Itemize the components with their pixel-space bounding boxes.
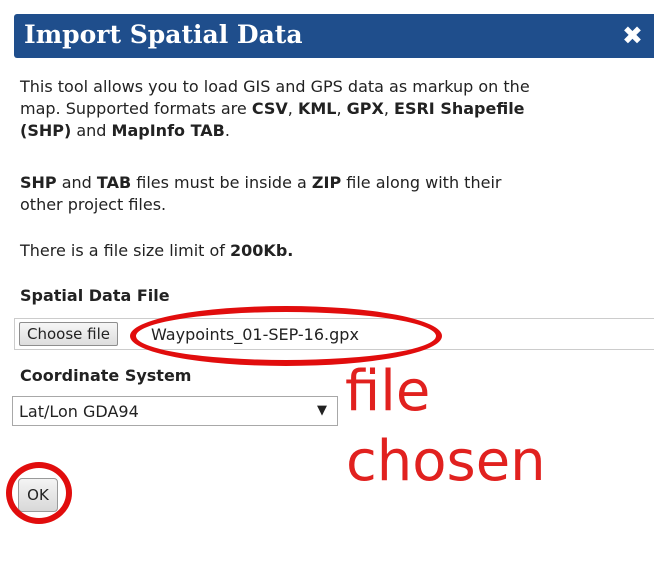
close-icon[interactable]: ✖	[622, 21, 643, 50]
coordinate-system-value: Lat/Lon GDA94	[19, 402, 139, 421]
coordinate-system-label: Coordinate System	[20, 366, 192, 385]
spatial-data-file-label: Spatial Data File	[20, 286, 170, 305]
coordinate-system-select[interactable]: Lat/Lon GDA94 ▼	[12, 396, 338, 426]
zip-note: SHP and TAB files must be inside a ZIP f…	[20, 173, 502, 214]
intro-line-1: This tool allows you to load GIS and GPS…	[20, 77, 530, 96]
dialog-title-bar: Import Spatial Data ✖	[14, 14, 654, 58]
dialog-title: Import Spatial Data	[24, 20, 303, 49]
size-note: There is a file size limit of 200Kb.	[20, 241, 294, 260]
annotation-circle-ok	[6, 462, 72, 524]
annotation-text-chosen: chosen	[346, 429, 546, 494]
choose-file-button[interactable]: Choose file	[19, 322, 118, 346]
annotation-text-file: file	[345, 359, 431, 424]
intro-text: This tool allows you to load GIS and GPS…	[20, 76, 530, 142]
annotation-circle-filename	[130, 306, 442, 366]
intro-line-3: (SHP) and MapInfo TAB.	[20, 121, 230, 140]
chevron-down-icon: ▼	[317, 403, 327, 418]
intro-line-2: map. Supported formats are CSV, KML, GPX…	[20, 99, 525, 118]
